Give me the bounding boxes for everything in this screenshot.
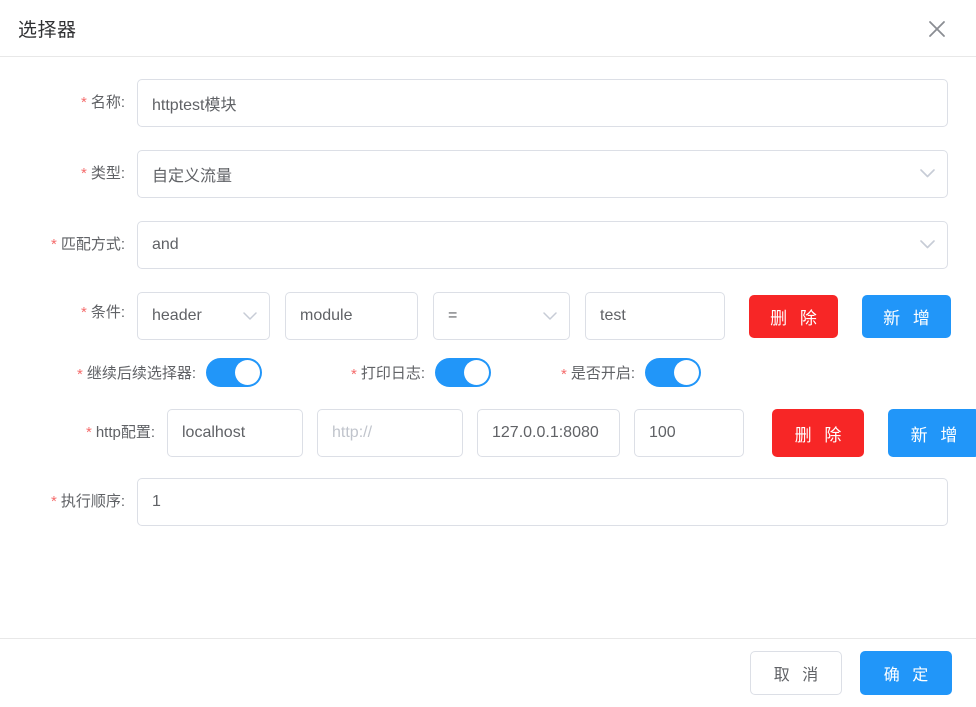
switch-knob xyxy=(464,360,490,386)
confirm-button[interactable]: 确 定 xyxy=(860,651,952,695)
http-weight-input[interactable] xyxy=(634,409,744,458)
http-add-button[interactable]: 新 增 xyxy=(888,409,976,458)
dialog-footer: 取 消 确 定 xyxy=(0,638,976,707)
http-address-input[interactable] xyxy=(477,409,620,458)
form-row-name: * 名称: xyxy=(0,79,948,127)
required-marker: * xyxy=(80,165,87,183)
condition-value-input[interactable] xyxy=(585,292,725,341)
http-config-fields: 删 除 新 增 xyxy=(167,409,976,458)
condition-delete-button[interactable]: 删 除 xyxy=(749,294,838,338)
condition-source-select[interactable]: header xyxy=(137,292,270,341)
required-marker: * xyxy=(85,424,92,442)
required-marker: * xyxy=(77,365,83,383)
switch-knob xyxy=(674,360,700,386)
label-print-log: * 打印日志: xyxy=(351,362,425,383)
required-marker: * xyxy=(80,304,87,322)
label-http-config-text: http配置: xyxy=(95,424,155,442)
label-name-text: 名称: xyxy=(90,94,125,111)
form-row-http-config: *http配置: 删 除 新 增 xyxy=(0,409,976,458)
required-marker: * xyxy=(80,94,87,112)
http-delete-button[interactable]: 删 除 xyxy=(772,409,864,458)
label-type-text: 类型: xyxy=(90,165,125,183)
form-row-exec-order: * 执行顺序: xyxy=(0,478,948,527)
label-continue-selector-text: 继续后续选择器: xyxy=(86,365,197,383)
close-icon[interactable] xyxy=(920,12,954,46)
match-mode-select-value[interactable]: and xyxy=(137,221,948,270)
condition-operator-value[interactable]: = xyxy=(433,292,570,341)
label-type: * 类型: xyxy=(0,150,137,198)
name-input[interactable] xyxy=(137,79,948,127)
switch-knob xyxy=(235,360,261,386)
condition-operator-select[interactable]: = xyxy=(433,292,570,341)
condition-add-button[interactable]: 新 增 xyxy=(862,294,951,338)
exec-order-input[interactable] xyxy=(137,478,948,527)
cancel-button[interactable]: 取 消 xyxy=(750,651,842,695)
label-name: * 名称: xyxy=(0,79,137,127)
form-row-type: * 类型: 自定义流量 xyxy=(0,150,948,199)
form-row-match-mode: * 匹配方式: and xyxy=(0,221,948,270)
dialog-body: *名称: *类型: 自定义流量 *匹配方式: and xyxy=(0,57,976,638)
http-protocol-input[interactable] xyxy=(317,409,463,458)
label-enabled: * 是否开启: xyxy=(561,362,635,383)
condition-key-input[interactable] xyxy=(285,292,418,341)
label-exec-order: * 执行顺序: xyxy=(0,478,137,526)
label-enabled-text: 是否开启: xyxy=(570,365,636,383)
required-marker: * xyxy=(50,236,57,254)
label-http-config: * http配置: xyxy=(0,409,167,457)
switch-continue-selector[interactable] xyxy=(206,358,263,388)
label-exec-order-text: 执行顺序: xyxy=(60,493,125,511)
type-select-value[interactable]: 自定义流量 xyxy=(137,150,948,199)
dialog-title: 选择器 xyxy=(18,19,77,41)
switch-print-log[interactable] xyxy=(435,358,492,388)
label-match-mode-text: 匹配方式: xyxy=(60,236,125,254)
selector-dialog: 选择器 *名称: *类型: 自定义流量 xyxy=(0,0,976,707)
form-row-condition: *条件: header = 删 除 新 增 xyxy=(0,292,951,341)
switch-group-continue: * 继续后续选择器: xyxy=(77,358,263,388)
http-host-input[interactable] xyxy=(167,409,303,458)
switch-group-print-log: * 打印日志: xyxy=(351,358,492,388)
label-condition-text: 条件: xyxy=(90,304,125,322)
label-print-log-text: 打印日志: xyxy=(360,365,426,383)
label-continue-selector: * 继续后续选择器: xyxy=(77,362,196,383)
required-marker: * xyxy=(561,365,567,383)
match-mode-select[interactable]: and xyxy=(137,221,948,270)
required-marker: * xyxy=(50,493,57,511)
label-condition: * 条件: xyxy=(0,292,137,334)
type-select[interactable]: 自定义流量 xyxy=(137,150,948,199)
label-match-mode: * 匹配方式: xyxy=(0,221,137,269)
condition-fields: header = 删 除 新 增 xyxy=(137,292,951,341)
condition-source-value[interactable]: header xyxy=(137,292,270,341)
dialog-header: 选择器 xyxy=(0,0,976,57)
switch-enabled[interactable] xyxy=(645,358,702,388)
switch-group-enabled: * 是否开启: xyxy=(561,358,702,388)
required-marker: * xyxy=(351,365,357,383)
switch-row: * 继续后续选择器: * 打印日志: * 是否开启: xyxy=(0,358,948,388)
